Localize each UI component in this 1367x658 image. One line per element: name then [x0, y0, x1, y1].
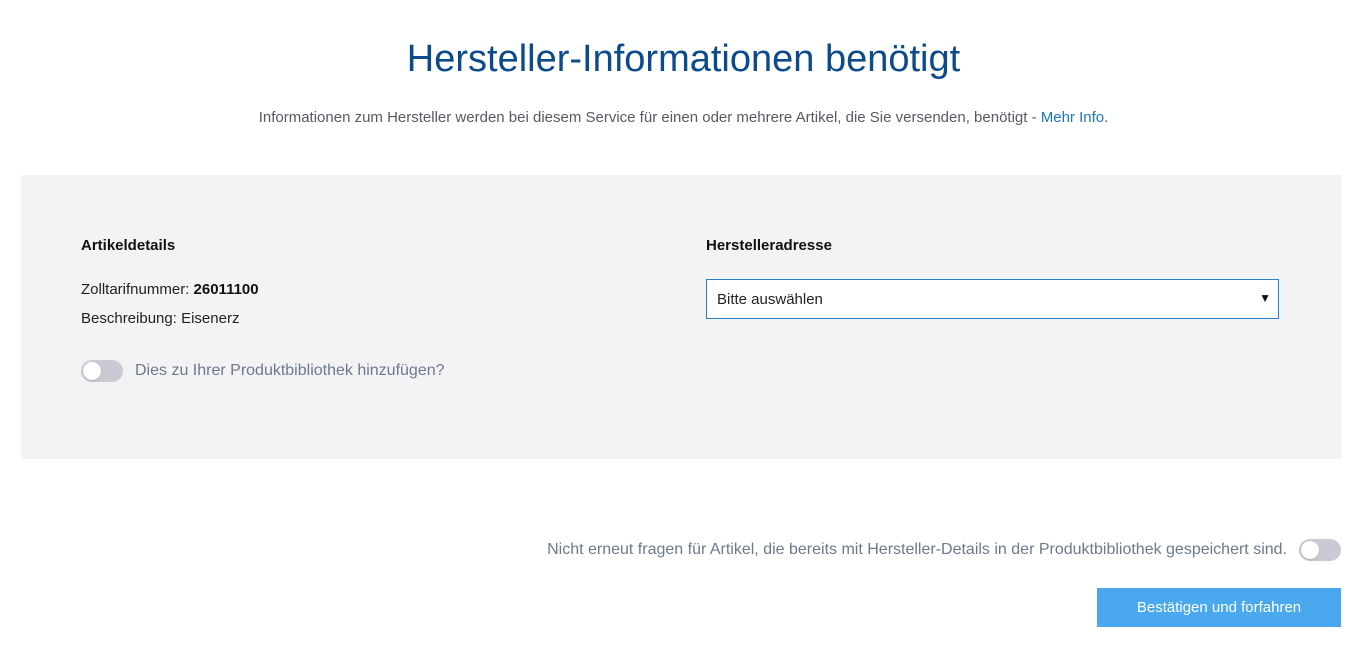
- add-to-library-toggle[interactable]: [81, 360, 123, 382]
- toggle-knob: [1301, 541, 1319, 559]
- description-label: Beschreibung:: [81, 310, 182, 327]
- dont-ask-again-label: Nicht erneut fragen für Artikel, die ber…: [547, 541, 1287, 558]
- tariff-number-label: Zolltarifnummer:: [81, 281, 194, 298]
- description-value: Eisenerz: [181, 310, 240, 327]
- description-line: Beschreibung: Eisenerz: [81, 310, 239, 327]
- tariff-number-line: Zolltarifnummer: 26011100: [81, 281, 259, 298]
- more-info-link[interactable]: Mehr Info: [1041, 109, 1104, 126]
- subtitle-period: .: [1104, 109, 1109, 126]
- page-subtitle: Informationen zum Hersteller werden bei …: [0, 108, 1367, 128]
- toggle-knob: [83, 362, 101, 380]
- confirm-and-continue-button[interactable]: Bestätigen und forfahren: [1097, 588, 1341, 627]
- page-title: Hersteller-Informationen benötigt: [406, 38, 961, 80]
- subtitle-text: Informationen zum Hersteller werden bei …: [258, 109, 1041, 126]
- article-details-heading: Artikeldetails: [81, 237, 176, 254]
- tariff-number-value: 26011100: [193, 281, 259, 298]
- manufacturer-address-heading: Herstelleradresse: [706, 237, 832, 254]
- page: Hersteller-Informationen benötigt Inform…: [0, 0, 1367, 658]
- add-to-library-label: Dies zu Ihrer Produktbibliothek hinzufüg…: [135, 362, 445, 379]
- dont-ask-again-toggle[interactable]: [1299, 539, 1341, 561]
- caret-down-icon: ▼: [1259, 291, 1271, 305]
- manufacturer-address-select[interactable]: Bitte auswählen ▼: [706, 279, 1279, 319]
- details-panel: Artikeldetails Zolltarifnummer: 26011100…: [21, 175, 1341, 459]
- select-value: Bitte auswählen: [717, 291, 823, 308]
